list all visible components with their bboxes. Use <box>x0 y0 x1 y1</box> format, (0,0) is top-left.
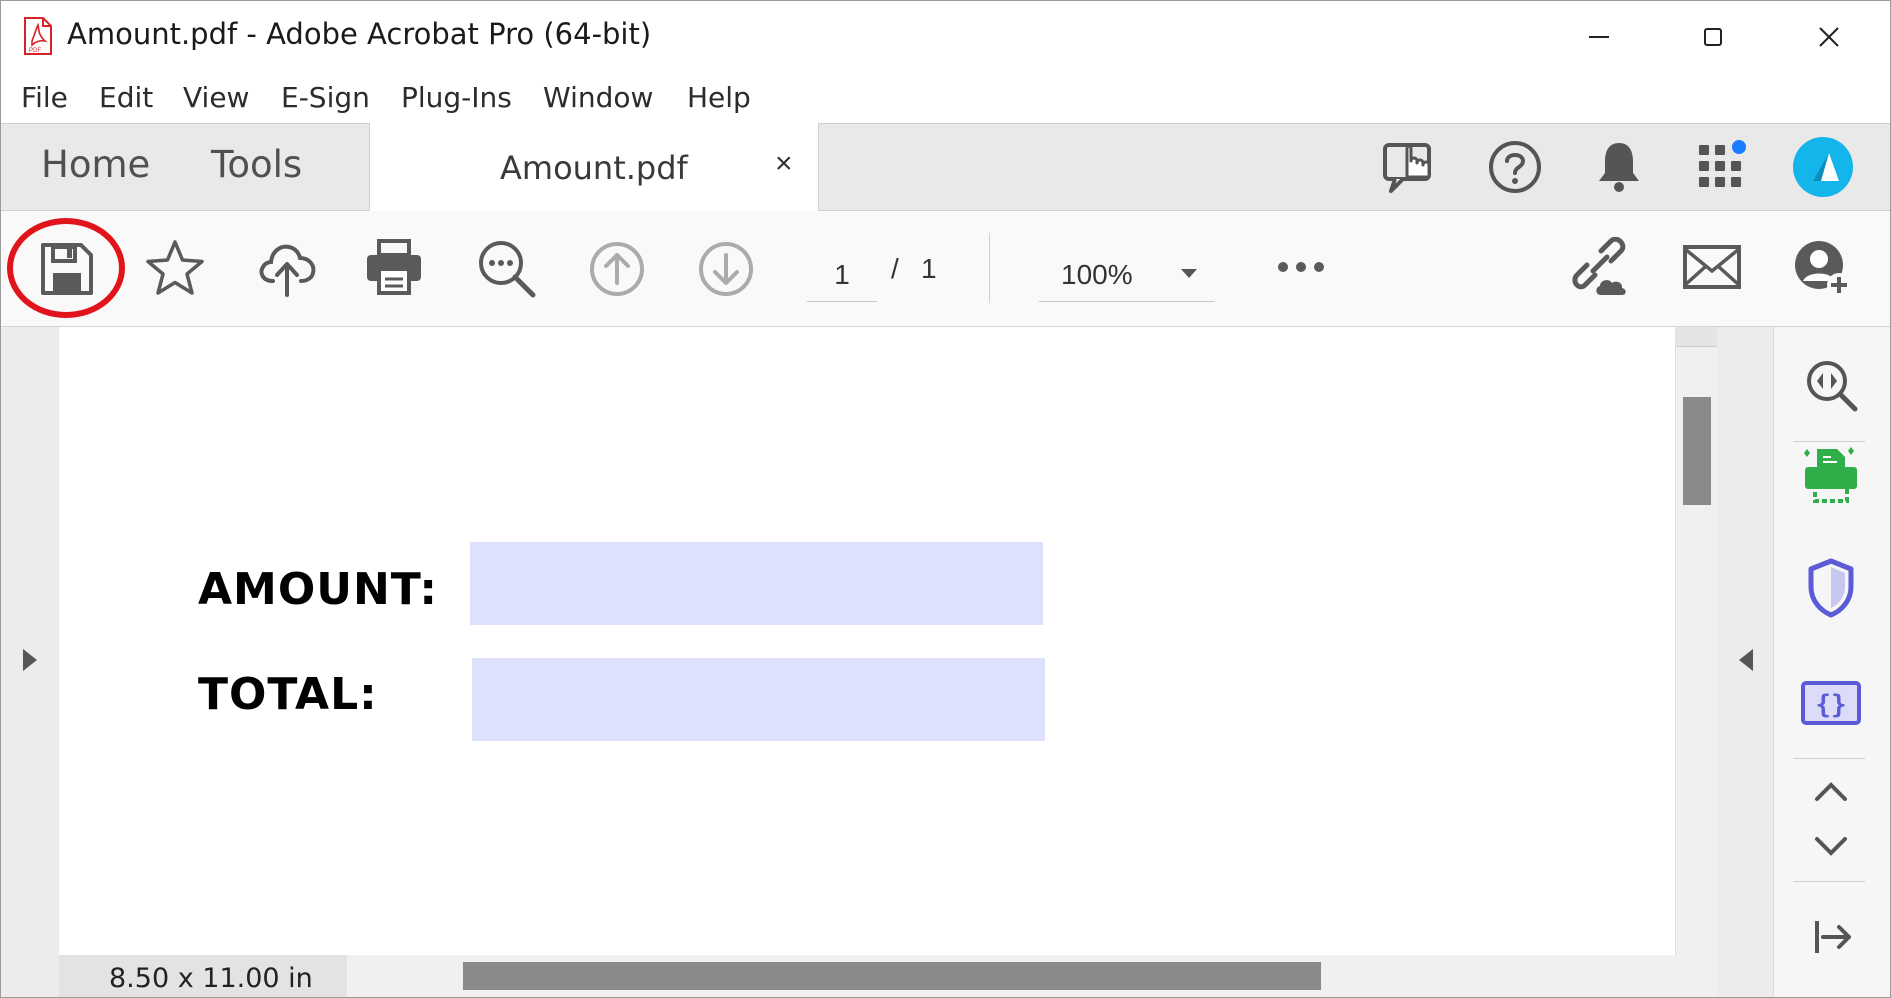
menu-plug-ins[interactable]: Plug-Ins <box>401 81 512 114</box>
scroll-down-icon[interactable] <box>1813 833 1849 861</box>
zoom-dropdown[interactable]: 100% <box>1039 249 1215 302</box>
menu-file[interactable]: File <box>21 81 68 114</box>
next-page-icon[interactable] <box>696 239 756 299</box>
scroll-up-arrow[interactable] <box>1675 327 1717 347</box>
help-icon[interactable] <box>1485 137 1545 197</box>
page-size-indicator: 8.50 x 11.00 in <box>59 955 347 997</box>
rail-divider <box>1793 758 1865 759</box>
tab-tools[interactable]: Tools <box>211 143 302 186</box>
menu-view[interactable]: View <box>183 81 249 114</box>
document-page <box>59 327 1675 955</box>
svg-text:PDF: PDF <box>29 48 41 54</box>
pdf-file-icon: PDF <box>24 17 52 55</box>
page-total: 1 <box>921 253 937 284</box>
tab-home[interactable]: Home <box>41 143 150 186</box>
title-bar: PDF Amount.pdf - Adobe Acrobat Pro (64-b… <box>1 1 1890 73</box>
window-title: Amount.pdf - Adobe Acrobat Pro (64-bit) <box>67 17 652 51</box>
right-tools-rail <box>1773 327 1890 997</box>
apps-grid-icon[interactable] <box>1693 137 1753 197</box>
upload-cloud-icon[interactable] <box>255 237 319 301</box>
menu-edit[interactable]: Edit <box>99 81 153 114</box>
share-link-icon[interactable] <box>1567 237 1635 301</box>
horizontal-scroll-thumb[interactable] <box>463 962 1321 990</box>
print-icon[interactable] <box>363 237 425 299</box>
expand-right-panel-icon[interactable] <box>1737 647 1755 673</box>
total-label: TOTAL: <box>198 669 378 720</box>
zoom-value: 100% <box>1061 259 1133 290</box>
close-tab-button[interactable]: × <box>775 147 793 181</box>
rail-divider <box>1793 881 1865 882</box>
tab-document[interactable]: Amount.pdf × <box>369 123 819 212</box>
protect-shield-icon[interactable] <box>1805 557 1857 619</box>
rail-divider <box>1793 441 1865 442</box>
page-size-text: 8.50 x 11.00 in <box>109 963 313 994</box>
previous-page-icon[interactable] <box>587 239 647 299</box>
expand-left-panel-icon[interactable] <box>21 647 39 673</box>
zoom-search-icon[interactable] <box>1803 357 1859 413</box>
minimize-icon[interactable] <box>1577 15 1621 59</box>
left-panel-rail <box>1 327 59 997</box>
menu-window[interactable]: Window <box>543 81 653 114</box>
json-braces-icon[interactable]: {} <box>1799 679 1863 727</box>
svg-text:{}: {} <box>1815 690 1846 720</box>
amount-label: AMOUNT: <box>198 564 438 615</box>
collapse-panel-icon[interactable] <box>1811 915 1855 959</box>
email-icon[interactable] <box>1681 241 1743 295</box>
user-avatar[interactable] <box>1791 135 1855 199</box>
toolbar-divider <box>989 233 990 303</box>
bookmark-star-icon[interactable] <box>144 238 206 300</box>
menu-help[interactable]: Help <box>687 81 751 114</box>
print-production-icon[interactable] <box>1799 443 1863 507</box>
save-icon[interactable] <box>37 239 97 299</box>
total-field[interactable] <box>472 658 1045 741</box>
menu-e-sign[interactable]: E-Sign <box>281 81 370 114</box>
amount-field[interactable] <box>470 542 1043 625</box>
acrobat-window: PDF Amount.pdf - Adobe Acrobat Pro (64-b… <box>0 0 1891 998</box>
more-options-icon[interactable] <box>1275 255 1327 279</box>
page-separator: / <box>891 253 899 284</box>
vertical-scroll-thumb[interactable] <box>1683 397 1711 505</box>
share-review-icon[interactable] <box>1379 137 1439 197</box>
maximize-icon[interactable] <box>1691 15 1735 59</box>
add-user-icon[interactable] <box>1791 237 1855 301</box>
document-tab-label: Amount.pdf <box>500 149 688 187</box>
chevron-down-icon <box>1181 269 1197 278</box>
find-search-icon[interactable] <box>475 237 539 301</box>
scroll-up-icon[interactable] <box>1813 777 1849 805</box>
page-number-input[interactable]: 1 <box>807 249 877 302</box>
close-icon[interactable] <box>1807 15 1851 59</box>
notifications-bell-icon[interactable] <box>1589 137 1649 197</box>
right-gutter <box>1717 327 1773 997</box>
